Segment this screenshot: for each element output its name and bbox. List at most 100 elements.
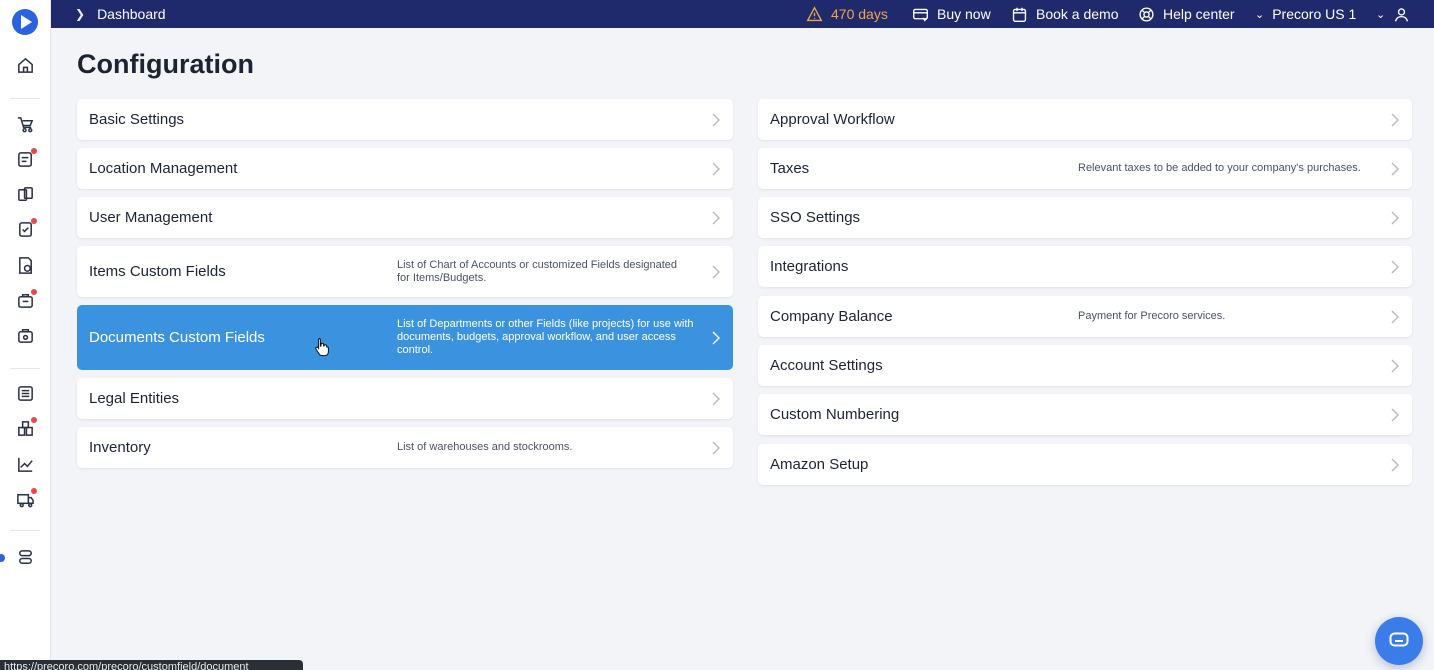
calendar-icon — [1012, 7, 1027, 22]
approval-icon[interactable] — [16, 218, 37, 239]
card-label: Approval Workflow — [770, 111, 895, 128]
chat-icon — [1389, 632, 1409, 647]
sidebar-divider — [10, 368, 40, 369]
card-icon — [913, 8, 928, 22]
chevron-down-icon: ⌄ — [1255, 8, 1265, 21]
precoro-logo-icon[interactable] — [12, 9, 38, 35]
breadcrumb-dashboard[interactable]: Dashboard — [97, 6, 166, 22]
config-card-taxes[interactable]: Taxes Relevant taxes to be added to your… — [758, 148, 1412, 189]
chevron-right-icon — [1390, 407, 1400, 423]
book-demo-label: Book a demo — [1036, 6, 1119, 22]
config-card-location-management[interactable]: Location Management — [77, 148, 733, 189]
lifebuoy-icon — [1139, 6, 1154, 22]
card-label: Legal Entities — [89, 390, 180, 407]
analytics-icon[interactable] — [16, 455, 35, 474]
help-center-button[interactable]: Help center — [1138, 0, 1235, 28]
notification-dot — [31, 218, 37, 224]
card-label: Location Management — [89, 160, 238, 177]
chevron-right-icon — [1390, 259, 1400, 275]
card-label: Items Custom Fields — [89, 263, 226, 280]
notification-dot — [31, 488, 37, 494]
chevron-right-icon — [711, 210, 721, 226]
chevron-right-icon — [1390, 161, 1400, 177]
config-card-amazon-setup[interactable]: Amazon Setup — [758, 444, 1412, 485]
config-card-items-custom-fields[interactable]: Items Custom Fields List of Chart of Acc… — [77, 246, 733, 297]
top-bar: ❯ Dashboard 470 days Buy now Book a demo… — [51, 0, 1434, 28]
trial-indicator[interactable]: 470 days — [806, 0, 888, 28]
chevron-down-icon: ⌄ — [1376, 8, 1386, 21]
card-description: List of Departments or other Fields (lik… — [397, 318, 694, 356]
chevron-right-icon — [711, 264, 721, 280]
chevron-right-icon — [1390, 112, 1400, 128]
page-title: Configuration — [77, 49, 254, 79]
card-description: Relevant taxes to be added to your compa… — [1078, 162, 1361, 174]
sidebar-divider — [10, 530, 40, 531]
status-bar-url: https://precoro.com/precoro/customfield/… — [0, 660, 303, 670]
card-label: Custom Numbering — [770, 406, 900, 423]
help-center-label: Help center — [1163, 6, 1235, 22]
card-description: List of Chart of Accounts or customized … — [397, 258, 678, 284]
config-card-approval-workflow[interactable]: Approval Workflow — [758, 99, 1412, 140]
config-card-user-management[interactable]: User Management — [77, 197, 733, 238]
chevron-right-icon — [711, 440, 721, 456]
card-description: Payment for Precoro services. — [1078, 310, 1226, 322]
chevron-right-icon: ❯ — [75, 7, 86, 21]
config-card-company-balance[interactable]: Company Balance Payment for Precoro serv… — [758, 296, 1412, 337]
notification-dot — [31, 289, 37, 295]
warning-icon — [806, 5, 823, 21]
home-icon[interactable] — [16, 56, 35, 75]
chevron-right-icon — [711, 391, 721, 407]
chevron-right-icon — [1390, 309, 1400, 325]
card-label: Documents Custom Fields — [89, 329, 265, 346]
user-icon — [1395, 7, 1409, 22]
config-card-basic-settings[interactable]: Basic Settings — [77, 99, 733, 140]
buy-now-button[interactable]: Buy now — [912, 0, 991, 28]
company-name: Precoro US 1 — [1272, 6, 1357, 22]
delivery-icon[interactable] — [16, 488, 37, 509]
invoice-icon[interactable] — [16, 256, 35, 275]
config-card-custom-numbering[interactable]: Custom Numbering — [758, 394, 1412, 435]
trial-days: 470 days — [831, 6, 888, 22]
request-icon[interactable] — [16, 148, 37, 169]
config-card-sso-settings[interactable]: SSO Settings — [758, 197, 1412, 238]
chevron-right-icon — [1390, 358, 1400, 374]
receipt-icon[interactable] — [16, 289, 37, 310]
card-description: List of warehouses and stockrooms. — [397, 441, 573, 453]
config-card-legal-entities[interactable]: Legal Entities — [77, 378, 733, 419]
config-card-integrations[interactable]: Integrations — [758, 246, 1412, 287]
buy-now-label: Buy now — [937, 6, 991, 22]
notification-dot — [31, 417, 37, 423]
config-card-inventory[interactable]: Inventory List of warehouses and stockro… — [77, 427, 733, 468]
active-nav-marker — [0, 554, 5, 562]
settings-icon[interactable] — [16, 548, 35, 567]
sidebar-divider — [10, 98, 40, 99]
chat-widget-button[interactable] — [1375, 617, 1423, 665]
chevron-right-icon — [1390, 210, 1400, 226]
user-menu[interactable]: ⌄ — [1376, 0, 1410, 28]
notification-dot — [31, 148, 37, 154]
config-card-documents-custom-fields[interactable]: Documents Custom Fields List of Departme… — [77, 305, 733, 370]
card-label: Account Settings — [770, 357, 883, 374]
card-label: Integrations — [770, 258, 849, 275]
breadcrumb[interactable]: ❯ Dashboard — [75, 0, 166, 28]
card-label: Taxes — [770, 160, 810, 177]
card-label: User Management — [89, 209, 213, 226]
card-label: Company Balance — [770, 308, 893, 325]
card-label: Amazon Setup — [770, 456, 869, 473]
hand-cursor-icon — [315, 338, 329, 357]
team-icon[interactable] — [16, 185, 35, 204]
reports-icon[interactable] — [16, 384, 35, 403]
card-label: Inventory — [89, 439, 151, 456]
company-switcher[interactable]: ⌄ Precoro US 1 — [1255, 0, 1356, 28]
sidebar — [0, 0, 51, 670]
chevron-right-icon — [711, 112, 721, 128]
chevron-right-icon — [1390, 457, 1400, 473]
chevron-right-icon — [711, 161, 721, 177]
chevron-right-icon — [711, 330, 721, 346]
card-label: SSO Settings — [770, 209, 861, 226]
suppliers-icon[interactable] — [16, 417, 37, 438]
book-demo-button[interactable]: Book a demo — [1011, 0, 1119, 28]
budget-icon[interactable] — [16, 326, 35, 345]
cart-icon[interactable] — [16, 115, 35, 134]
config-card-account-settings[interactable]: Account Settings — [758, 345, 1412, 386]
